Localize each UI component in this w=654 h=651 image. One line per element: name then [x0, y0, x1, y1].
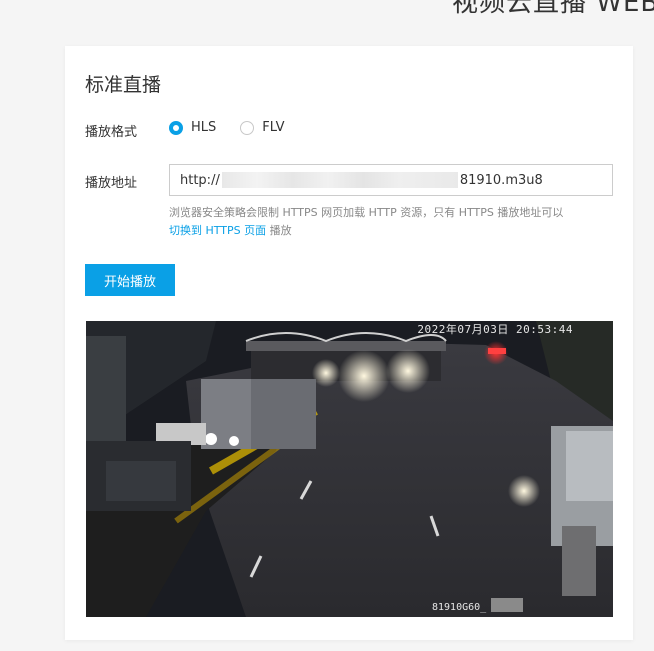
radio-unchecked-icon	[240, 120, 255, 135]
address-label: 播放地址	[85, 176, 138, 191]
url-redacted-mask	[221, 172, 458, 188]
radio-checked-icon	[169, 120, 183, 135]
https-hint: 浏览器安全策略会限制 HTTPS 网页加载 HTTP 资源，只有 HTTPS 播…	[169, 204, 609, 240]
format-radio-group: HLS FLV	[169, 120, 308, 135]
radio-flv-label: FLV	[262, 120, 285, 135]
page-title: 视频云直播 WEB	[452, 0, 654, 18]
format-label: 播放格式	[85, 125, 138, 140]
card-title: 标准直播	[85, 74, 162, 96]
video-frame	[86, 321, 613, 617]
radio-flv[interactable]: FLV	[240, 120, 284, 135]
switch-https-link[interactable]: 切换到 HTTPS 页面	[169, 224, 266, 237]
video-timestamp: 2022年07月03日 20:53:44	[417, 323, 573, 336]
start-play-button[interactable]: 开始播放	[85, 264, 175, 296]
hint-text-after: 播放	[266, 224, 292, 237]
video-player[interactable]: 2022年07月03日 20:53:44 81910G60_	[86, 321, 613, 617]
url-suffix: 81910.m3u8	[459, 172, 543, 188]
play-url-input[interactable]: http:// 81910.m3u8	[169, 164, 613, 196]
hint-text: 浏览器安全策略会限制 HTTPS 网页加载 HTTP 资源，只有 HTTPS 播…	[169, 206, 564, 219]
url-prefix: http://	[180, 172, 220, 188]
video-camera-id: 81910G60_	[432, 602, 487, 613]
radio-hls[interactable]: HLS	[169, 120, 216, 135]
live-player-card: 标准直播 播放格式 HLS FLV 播放地址 http:// 81910.m3u…	[65, 46, 633, 640]
radio-hls-label: HLS	[191, 120, 217, 135]
